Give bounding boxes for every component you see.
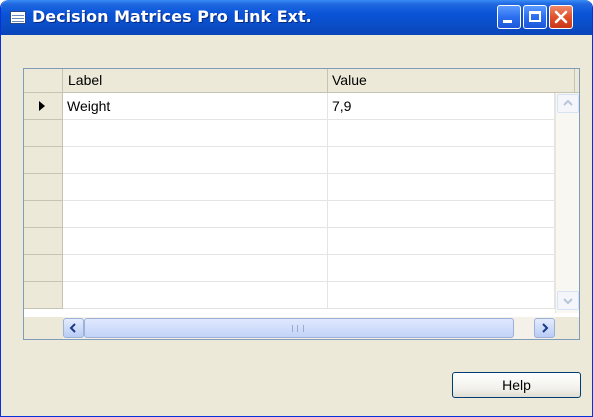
cell-label[interactable] xyxy=(63,201,328,228)
header-selector-corner xyxy=(24,69,63,92)
row-selector[interactable] xyxy=(24,255,63,282)
table-row[interactable] xyxy=(24,120,579,147)
table-row[interactable] xyxy=(24,255,579,282)
table-row[interactable]: Weight 7,9 xyxy=(24,93,579,120)
row-selector[interactable] xyxy=(24,282,63,309)
row-selector[interactable] xyxy=(24,120,63,147)
row-selector[interactable] xyxy=(24,174,63,201)
table-row[interactable] xyxy=(24,174,579,201)
column-header-value[interactable]: Value xyxy=(328,69,575,92)
cell-value[interactable] xyxy=(328,201,555,228)
scrollbar-corner-left xyxy=(24,317,63,339)
grid-header: Label Value xyxy=(24,69,579,93)
cell-label[interactable] xyxy=(63,120,328,147)
minimize-icon xyxy=(503,20,512,23)
horizontal-scrollbar[interactable] xyxy=(63,317,555,339)
close-button[interactable] xyxy=(549,5,573,29)
scroll-right-button[interactable] xyxy=(534,318,555,338)
data-grid: Label Value Weight 7,9 xyxy=(23,68,580,340)
cell-label[interactable] xyxy=(63,255,328,282)
row-selector[interactable] xyxy=(24,228,63,255)
maximize-button[interactable] xyxy=(523,5,547,29)
maximize-icon xyxy=(529,11,541,22)
row-selector[interactable] xyxy=(24,147,63,174)
cell-label[interactable] xyxy=(63,228,328,255)
table-row[interactable] xyxy=(24,201,579,228)
scroll-right-icon xyxy=(542,323,549,333)
vertical-scrollbar[interactable] xyxy=(555,93,579,313)
dialog-window: Decision Matrices Pro Link Ext. Label Va… xyxy=(0,0,593,417)
cell-value[interactable] xyxy=(328,255,555,282)
scroll-left-icon xyxy=(69,323,76,333)
scroll-left-button[interactable] xyxy=(63,318,84,338)
table-row[interactable] xyxy=(24,228,579,255)
row-selector[interactable] xyxy=(24,201,63,228)
scroll-down-button[interactable] xyxy=(557,291,579,310)
form-icon xyxy=(10,11,26,24)
scroll-up-icon xyxy=(563,99,573,106)
cell-label[interactable] xyxy=(63,282,328,309)
column-header-label[interactable]: Label xyxy=(64,69,328,92)
table-row[interactable] xyxy=(24,282,579,309)
minimize-button[interactable] xyxy=(497,5,521,29)
grip-icon xyxy=(292,325,304,332)
scroll-up-button[interactable] xyxy=(557,94,579,113)
cell-value[interactable] xyxy=(328,174,555,201)
cell-label[interactable]: Weight xyxy=(63,93,328,120)
help-button[interactable]: Help xyxy=(452,372,581,398)
close-icon xyxy=(554,10,568,24)
scroll-thumb[interactable] xyxy=(84,318,514,338)
window-title: Decision Matrices Pro Link Ext. xyxy=(32,7,312,26)
current-row-arrow-icon xyxy=(39,101,45,111)
scrollbar-corner-right xyxy=(555,317,579,339)
scroll-down-icon xyxy=(563,298,573,305)
cell-value[interactable] xyxy=(328,282,555,309)
row-selector[interactable] xyxy=(24,93,63,120)
title-bar[interactable]: Decision Matrices Pro Link Ext. xyxy=(1,0,592,35)
cell-value[interactable] xyxy=(328,120,555,147)
cell-value[interactable] xyxy=(328,147,555,174)
cell-value[interactable]: 7,9 xyxy=(328,93,555,120)
cell-value[interactable] xyxy=(328,228,555,255)
table-row[interactable] xyxy=(24,147,579,174)
cell-label[interactable] xyxy=(63,174,328,201)
cell-label[interactable] xyxy=(63,147,328,174)
